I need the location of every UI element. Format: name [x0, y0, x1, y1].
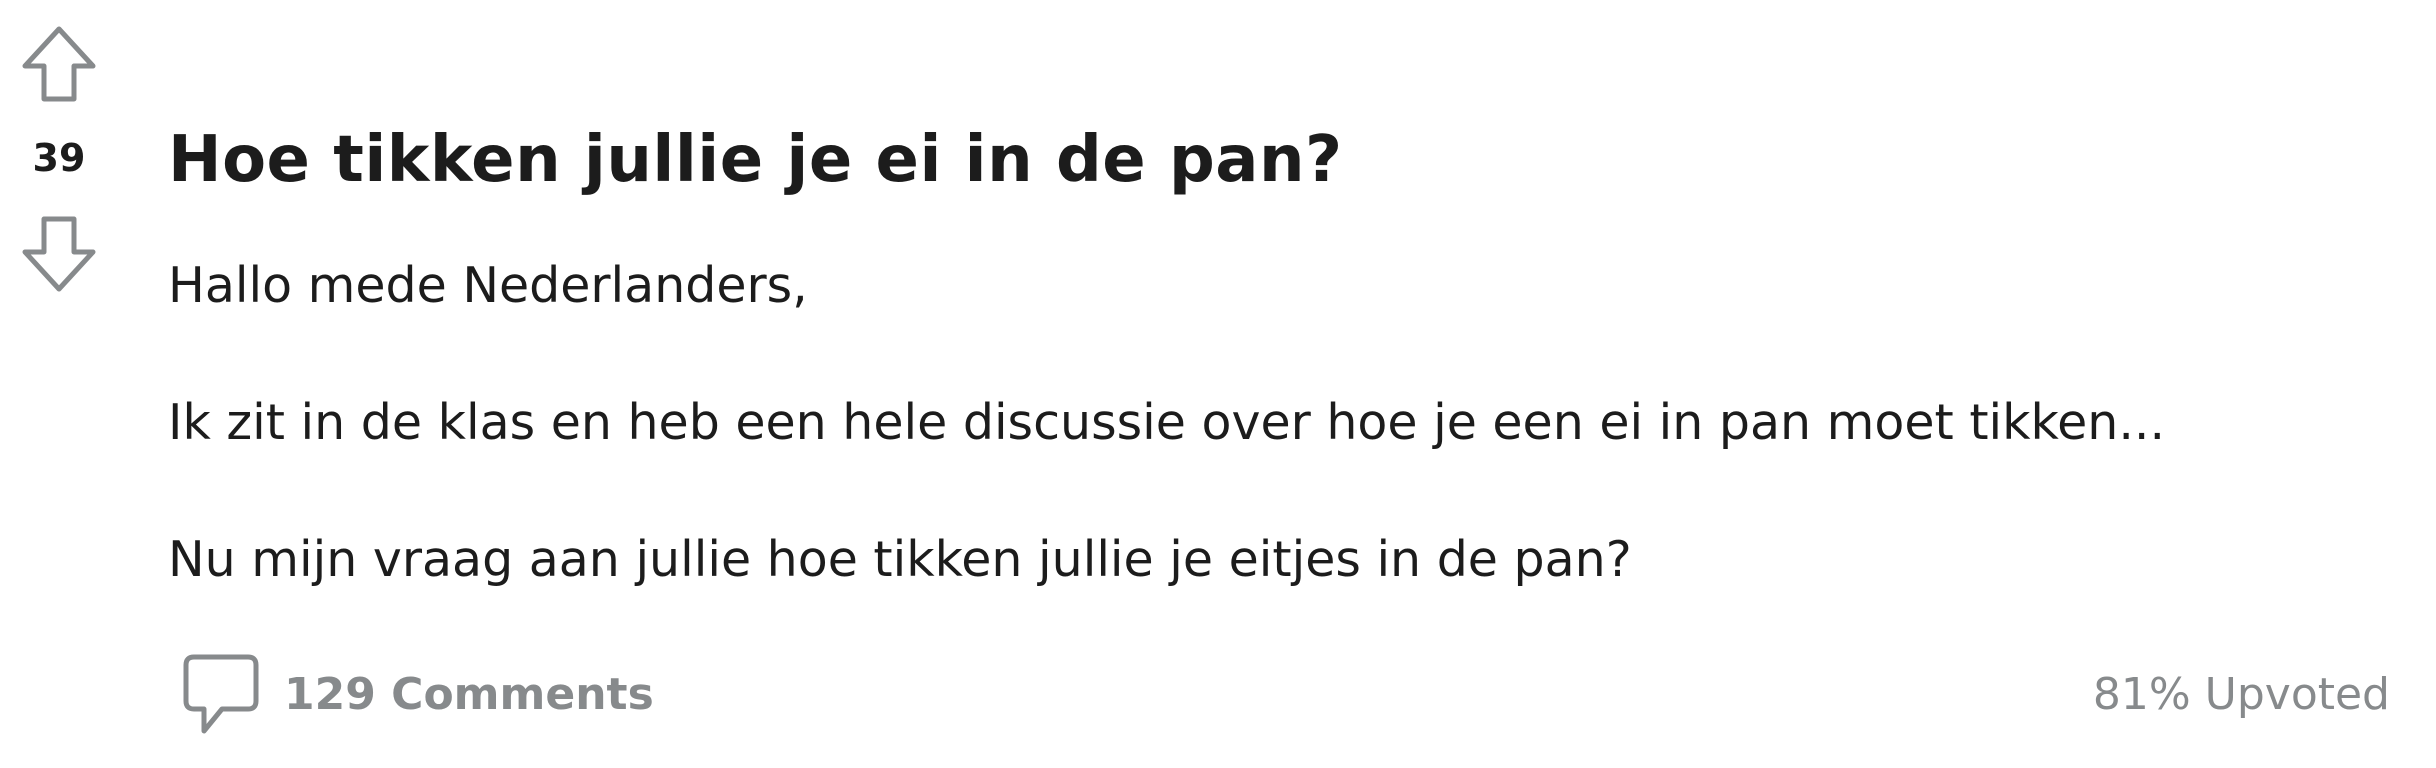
arrow-up-outline-icon [20, 24, 98, 104]
speech-bubble-icon [182, 653, 260, 737]
post-footer: 129 Comments 81% Upvoted [0, 650, 2436, 740]
post-body: Hallo mede Nederlanders, Ik zit in de kl… [168, 254, 2396, 592]
comments-button[interactable]: 129 Comments [182, 650, 654, 740]
post-paragraph: Nu mijn vraag aan jullie hoe tikken jull… [168, 531, 1632, 588]
upvote-button[interactable] [20, 24, 98, 104]
post-paragraph: Ik zit in de klas en heb een hele discus… [168, 394, 2166, 451]
arrow-down-outline-icon [20, 214, 98, 294]
upvote-ratio: 81% Upvoted [2092, 669, 2390, 720]
vote-column: 39 [0, 0, 118, 300]
comments-count: 129 Comments [284, 669, 654, 720]
post-content: Hoe tikken jullie je ei in de pan? Hallo… [168, 112, 2396, 592]
downvote-button[interactable] [20, 214, 98, 294]
post-title[interactable]: Hoe tikken jullie je ei in de pan? [168, 112, 2396, 208]
vote-score: 39 [32, 136, 86, 180]
post-paragraph: Hallo mede Nederlanders, [168, 257, 808, 314]
